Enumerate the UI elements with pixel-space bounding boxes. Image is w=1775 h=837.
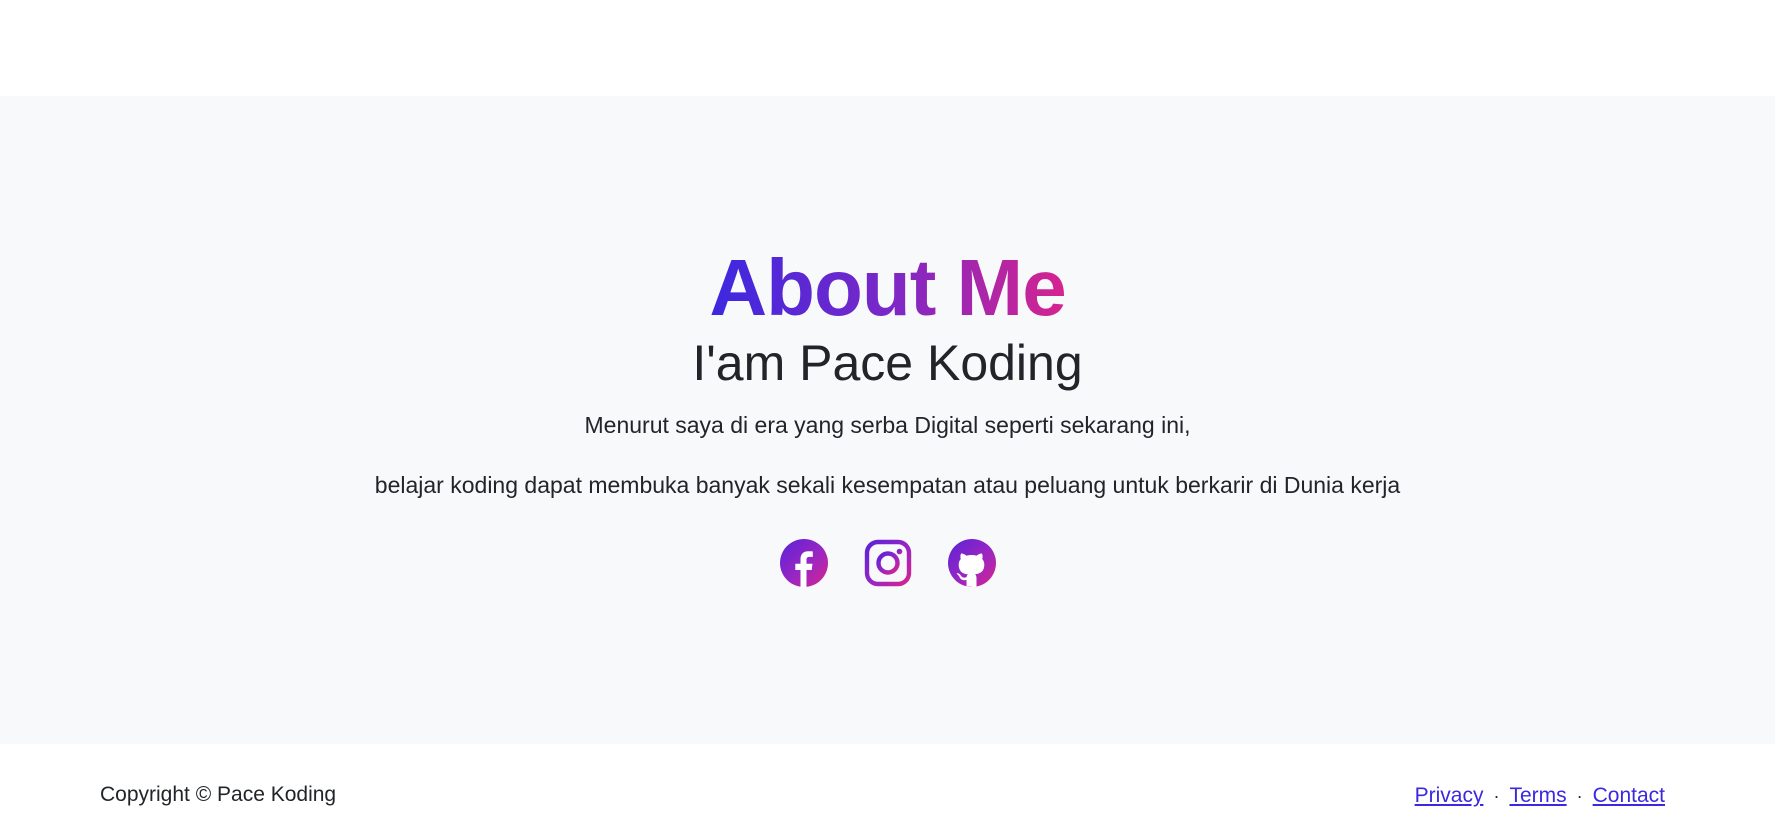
top-bar	[0, 0, 1775, 96]
instagram-icon	[864, 539, 911, 587]
about-subtitle: I'am Pace Koding	[692, 335, 1083, 391]
instagram-link[interactable]	[864, 539, 912, 587]
privacy-link[interactable]: Privacy	[1415, 784, 1484, 808]
facebook-link[interactable]	[779, 539, 828, 587]
github-link[interactable]	[947, 539, 996, 587]
contact-link[interactable]: Contact	[1593, 784, 1665, 808]
github-icon	[947, 539, 996, 587]
terms-link[interactable]: Terms	[1509, 784, 1566, 808]
facebook-icon	[779, 539, 828, 587]
footer-separator: ·	[1493, 785, 1500, 806]
about-description-line-1: Menurut saya di era yang serba Digital s…	[584, 412, 1191, 438]
about-section: About Me I'am Pace Koding Menurut saya d…	[0, 96, 1775, 744]
footer: Copyright © Pace Koding Privacy · Terms …	[0, 744, 1775, 837]
about-title: About Me	[0, 248, 1775, 328]
about-title-text: About Me	[709, 243, 1066, 332]
about-description-line-2: belajar koding dapat membuka banyak seka…	[374, 472, 1401, 498]
social-links	[0, 539, 1775, 587]
copyright-text: Copyright © Pace Koding	[100, 783, 337, 806]
footer-separator: ·	[1576, 785, 1583, 806]
footer-links: Privacy · Terms · Contact	[1415, 784, 1665, 808]
